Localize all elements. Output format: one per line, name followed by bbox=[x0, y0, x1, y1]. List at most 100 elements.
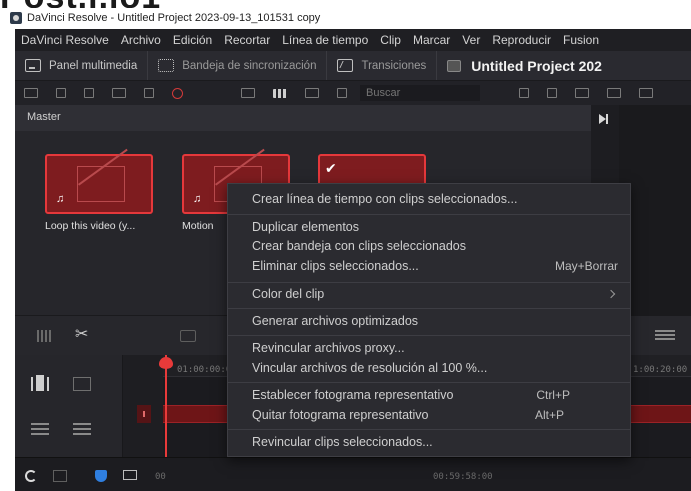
timeline-track-tools bbox=[15, 355, 123, 457]
media-pool-label: Panel multimedia bbox=[49, 59, 138, 72]
filmstrip-view-icon[interactable] bbox=[241, 88, 255, 98]
menu-clip[interactable]: Clip bbox=[374, 33, 407, 47]
ctx-item-label: Crear línea de tiempo con clips seleccio… bbox=[252, 192, 518, 206]
ctx-separator bbox=[228, 308, 630, 309]
ctx-item-label: Vincular archivos de resolución al 100 %… bbox=[252, 361, 488, 375]
layout-icon[interactable] bbox=[639, 88, 653, 98]
new-timeline-icon[interactable] bbox=[112, 88, 126, 98]
clip-item[interactable]: ♫ Loop this video (y... bbox=[45, 154, 153, 232]
audio-icon: ♫ bbox=[56, 193, 65, 205]
playhead-handle[interactable] bbox=[159, 357, 173, 369]
ctx-delete-clips[interactable]: Eliminar clips seleccionados... May+Borr… bbox=[252, 256, 618, 276]
context-menu: Crear línea de tiempo con clips seleccio… bbox=[227, 183, 631, 457]
ctx-item-label: Establecer fotograma representativo bbox=[252, 388, 454, 402]
ruler-timecode-mid: 1:00:20:00 bbox=[633, 365, 688, 375]
clip-label: Loop this video (y... bbox=[45, 220, 136, 232]
sync-bin-icon bbox=[158, 59, 175, 72]
workspace-toolbar: Panel multimedia Bandeja de sincronizaci… bbox=[15, 51, 691, 81]
ctx-item-label: Generar archivos optimizados bbox=[252, 314, 419, 328]
play-to-end-icon[interactable] bbox=[599, 114, 608, 124]
ctx-separator bbox=[228, 335, 630, 336]
thumbnail-view-icon[interactable] bbox=[273, 88, 287, 98]
image-icon[interactable] bbox=[575, 88, 589, 98]
transitions-icon bbox=[337, 59, 354, 72]
project-icon bbox=[447, 59, 462, 72]
trim-start-icon[interactable] bbox=[31, 375, 49, 391]
link-icon[interactable] bbox=[172, 87, 183, 99]
ctx-item-label: Quitar fotograma representativo bbox=[252, 408, 429, 422]
ctx-create-timeline[interactable]: Crear línea de tiempo con clips seleccio… bbox=[252, 189, 618, 209]
audio-track-icon[interactable] bbox=[31, 423, 49, 437]
sync-icon[interactable] bbox=[144, 88, 154, 98]
menu-linea-de-tiempo[interactable]: Línea de tiempo bbox=[276, 33, 374, 47]
ctx-separator bbox=[228, 282, 630, 283]
ctx-generate-optimized[interactable]: Generar archivos optimizados bbox=[252, 311, 618, 331]
menu-fusion[interactable]: Fusion bbox=[557, 33, 605, 47]
sync-bin-button[interactable]: Bandeja de sincronización bbox=[148, 51, 328, 80]
playhead-line[interactable] bbox=[165, 355, 167, 457]
bin-header: Master bbox=[15, 105, 591, 131]
menu-davinci-resolve[interactable]: DaVinci Resolve bbox=[15, 33, 115, 47]
audio-track-alt-icon[interactable] bbox=[73, 423, 91, 437]
ctx-item-label: Color del clip bbox=[252, 287, 325, 301]
bin-name: Master bbox=[27, 111, 61, 123]
search-input[interactable] bbox=[360, 85, 480, 101]
media-pool-button[interactable]: Panel multimedia bbox=[15, 51, 149, 80]
list-view-icon[interactable] bbox=[337, 88, 347, 98]
media-pool-subtoolbar bbox=[15, 81, 691, 105]
ctx-clear-poster-frame[interactable]: Quitar fotograma representativo Alt+P bbox=[252, 405, 618, 425]
ctx-shortcut: May+Borrar bbox=[554, 259, 618, 273]
audio-icon: ♫ bbox=[193, 193, 202, 205]
overwrite-icon[interactable] bbox=[180, 330, 196, 342]
ruler-timecode-start: 01:00:00:0 bbox=[177, 365, 232, 375]
ctx-item-label: Revincular clips seleccionados... bbox=[252, 435, 433, 449]
transitions-button[interactable]: Transiciones bbox=[327, 51, 438, 80]
chevron-right-icon bbox=[606, 289, 616, 299]
status-timecode: 00:59:58:00 bbox=[433, 472, 493, 482]
video-placeholder-icon bbox=[77, 166, 125, 202]
viewer-icon[interactable] bbox=[607, 88, 621, 98]
menu-ver[interactable]: Ver bbox=[456, 33, 486, 47]
new-bin-icon[interactable] bbox=[84, 88, 94, 98]
menu-edicion[interactable]: Edición bbox=[167, 33, 218, 47]
track-header-gutter bbox=[123, 355, 163, 457]
ctx-duplicate[interactable]: Duplicar elementos bbox=[252, 217, 618, 237]
window-titlebar: DaVinci Resolve - Untitled Project 2023-… bbox=[0, 8, 691, 28]
ctx-link-full-res[interactable]: Vincular archivos de resolución al 100 %… bbox=[252, 358, 618, 378]
menu-archivo[interactable]: Archivo bbox=[115, 33, 167, 47]
audio-meter-icon[interactable] bbox=[53, 470, 67, 482]
scissors-icon[interactable]: ✂ bbox=[75, 324, 91, 343]
bottom-bar: 00 00:59:58:00 bbox=[15, 457, 691, 491]
ctx-set-poster-frame[interactable]: Establecer fotograma representativo Ctrl… bbox=[252, 385, 618, 405]
resolve-window: DaVinci Resolve Archivo Edición Recortar… bbox=[15, 29, 691, 491]
metadata-view-icon[interactable] bbox=[305, 88, 319, 98]
ctx-create-bin[interactable]: Crear bandeja con clips seleccionados bbox=[252, 236, 618, 256]
refresh-icon[interactable] bbox=[547, 88, 557, 98]
davinci-resolve-icon bbox=[10, 12, 22, 24]
menu-marcar[interactable]: Marcar bbox=[407, 33, 456, 47]
options-icon[interactable] bbox=[655, 330, 675, 342]
snap-icon[interactable] bbox=[37, 330, 53, 342]
sync-bin-label: Bandeja de sincronización bbox=[182, 59, 317, 72]
project-title: Untitled Project 202 bbox=[471, 57, 602, 74]
ctx-separator bbox=[228, 382, 630, 383]
clip-thumbnail[interactable]: ♫ bbox=[45, 154, 153, 214]
ctx-clip-color[interactable]: Color del clip bbox=[252, 284, 618, 304]
timeline-check-icon: ✔ bbox=[325, 160, 337, 176]
ctx-item-label: Eliminar clips seleccionados... bbox=[252, 259, 419, 273]
ctx-relink-proxy[interactable]: Revincular archivos proxy... bbox=[252, 338, 618, 358]
ctx-shortcut: Ctrl+P bbox=[536, 388, 570, 402]
refresh-icon[interactable] bbox=[25, 470, 37, 482]
trim-end-icon[interactable] bbox=[73, 377, 91, 391]
ctx-separator bbox=[228, 429, 630, 430]
shield-icon[interactable] bbox=[95, 470, 107, 482]
menu-reproducir[interactable]: Reproducir bbox=[486, 33, 557, 47]
menu-bar: DaVinci Resolve Archivo Edición Recortar… bbox=[15, 29, 691, 51]
dropdown-icon[interactable] bbox=[56, 88, 66, 98]
ctx-relink-clips[interactable]: Revincular clips seleccionados... bbox=[252, 432, 618, 452]
panel-toggle-icon[interactable] bbox=[24, 88, 38, 98]
sort-icon[interactable] bbox=[519, 88, 529, 98]
transitions-label: Transiciones bbox=[361, 59, 427, 72]
monitor-icon[interactable] bbox=[123, 470, 137, 480]
menu-recortar[interactable]: Recortar bbox=[218, 33, 276, 47]
